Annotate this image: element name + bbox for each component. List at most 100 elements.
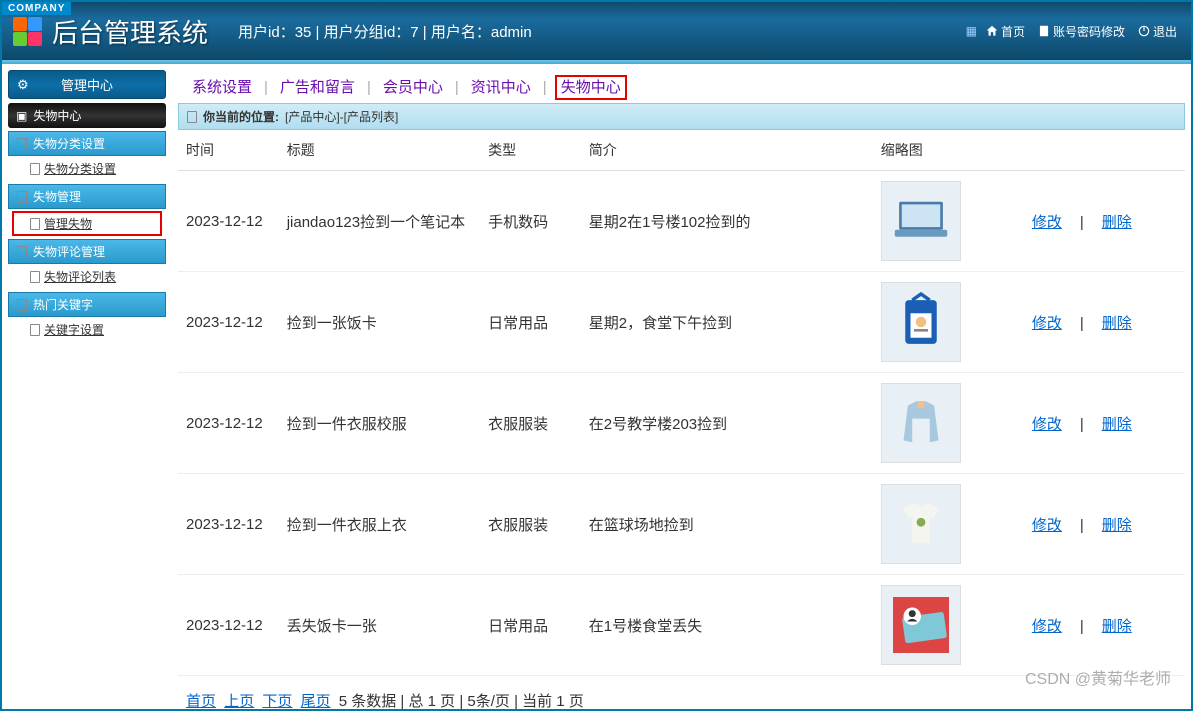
thumbnail-image <box>881 181 961 261</box>
cell-actions: 修改|删除 <box>1024 171 1185 272</box>
sidebar-item[interactable]: 管理失物 <box>12 211 162 236</box>
doc-icon <box>17 138 27 150</box>
cell-title: 捡到一件衣服上衣 <box>279 474 480 575</box>
system-title: 后台管理系统 <box>52 13 208 50</box>
top-nav: 系统设置|广告和留言|会员中心|资讯中心|失物中心 <box>178 70 1185 103</box>
cell-type: 日常用品 <box>480 575 581 676</box>
cell-actions: 修改|删除 <box>1024 272 1185 373</box>
delete-link[interactable]: 删除 <box>1102 517 1132 534</box>
cell-title: jiandao123捡到一个笔记本 <box>279 171 480 272</box>
doc-icon <box>17 191 27 203</box>
sidebar-item[interactable]: 失物分类设置 <box>8 156 166 181</box>
cell-summary: 在2号教学楼203捡到 <box>581 373 873 474</box>
doc-icon <box>30 271 40 283</box>
user-info: 用户id：35 | 用户分组id：7 | 用户名：admin <box>238 21 966 42</box>
doc-icon <box>17 299 27 311</box>
cell-thumb <box>873 171 1024 272</box>
edit-link[interactable]: 修改 <box>1032 618 1062 635</box>
cell-type: 衣服服装 <box>480 474 581 575</box>
topnav-item[interactable]: 广告和留言 <box>276 79 359 96</box>
col-title: 标题 <box>279 130 480 171</box>
sidebar-group-title[interactable]: 失物分类设置 <box>8 131 166 156</box>
company-tag: COMPANY <box>2 2 71 15</box>
cell-type: 衣服服装 <box>480 373 581 474</box>
col-summary: 简介 <box>581 130 873 171</box>
doc-icon <box>17 246 27 258</box>
logout-link[interactable]: 退出 <box>1133 21 1181 42</box>
pagination: 首页 上页 下页 尾页 5 条数据 | 总 1 页 | 5条/页 | 当前 1 … <box>178 676 1185 709</box>
cell-thumb <box>873 373 1024 474</box>
cell-title: 捡到一张饭卡 <box>279 272 480 373</box>
cell-summary: 星期2，食堂下午捡到 <box>581 272 873 373</box>
page-prev[interactable]: 上页 <box>224 693 254 709</box>
page-last[interactable]: 尾页 <box>301 693 331 709</box>
edit-link[interactable]: 修改 <box>1032 214 1062 231</box>
cell-summary: 在篮球场地捡到 <box>581 474 873 575</box>
sidebar-item[interactable]: 失物评论列表 <box>8 264 166 289</box>
header-bar: 后台管理系统 用户id：35 | 用户分组id：7 | 用户名：admin ▦ … <box>2 2 1191 62</box>
doc-icon <box>1037 24 1051 38</box>
table-row: 2023-12-12丢失饭卡一张日常用品在1号楼食堂丢失修改|删除 <box>178 575 1185 676</box>
cell-actions: 修改|删除 <box>1024 575 1185 676</box>
doc-icon <box>30 324 40 336</box>
thumbnail-image <box>881 484 961 564</box>
cell-title: 捡到一件衣服校服 <box>279 373 480 474</box>
cell-actions: 修改|删除 <box>1024 474 1185 575</box>
cell-time: 2023-12-12 <box>178 272 279 373</box>
cube-icon: ▣ <box>16 109 27 123</box>
table-row: 2023-12-12捡到一件衣服上衣衣服服装在篮球场地捡到 修改|删除 <box>178 474 1185 575</box>
sidebar-header: ⚙ 管理中心 <box>8 70 166 99</box>
table-row: 2023-12-12捡到一张饭卡日常用品星期2，食堂下午捡到 修改|删除 <box>178 272 1185 373</box>
delete-link[interactable]: 删除 <box>1102 315 1132 332</box>
page-next[interactable]: 下页 <box>262 693 292 709</box>
topnav-item[interactable]: 失物中心 <box>555 75 627 100</box>
gear-icon: ⚙ <box>17 77 29 93</box>
sidebar-item[interactable]: 关键字设置 <box>8 317 166 342</box>
col-time: 时间 <box>178 130 279 171</box>
cell-type: 日常用品 <box>480 272 581 373</box>
page-first[interactable]: 首页 <box>186 693 216 709</box>
sidebar-group-title[interactable]: 热门关键字 <box>8 292 166 317</box>
cell-thumb <box>873 474 1024 575</box>
delete-link[interactable]: 删除 <box>1102 214 1132 231</box>
table-row: 2023-12-12捡到一件衣服校服衣服服装在2号教学楼203捡到 修改|删除 <box>178 373 1185 474</box>
doc-icon <box>187 111 197 123</box>
thumbnail-image <box>881 383 961 463</box>
topnav-item[interactable]: 资讯中心 <box>467 79 535 96</box>
cell-thumb <box>873 272 1024 373</box>
power-icon <box>1137 24 1151 38</box>
cell-type: 手机数码 <box>480 171 581 272</box>
home-icon <box>985 24 999 38</box>
edit-link[interactable]: 修改 <box>1032 416 1062 433</box>
logo-icon <box>12 16 42 46</box>
cell-summary: 在1号楼食堂丢失 <box>581 575 873 676</box>
home-link[interactable]: 首页 <box>981 21 1029 42</box>
account-link[interactable]: 账号密码修改 <box>1033 21 1129 42</box>
col-thumb: 缩略图 <box>873 130 1024 171</box>
cell-time: 2023-12-12 <box>178 373 279 474</box>
content-area: 系统设置|广告和留言|会员中心|资讯中心|失物中心 你当前的位置: [产品中心]… <box>172 64 1191 709</box>
cell-title: 丢失饭卡一张 <box>279 575 480 676</box>
sidebar: ⚙ 管理中心 ▣ 失物中心 失物分类设置失物分类设置失物管理管理失物失物评论管理… <box>2 64 172 709</box>
thumbnail-image <box>881 585 961 665</box>
topnav-item[interactable]: 会员中心 <box>379 79 447 96</box>
sidebar-group-title[interactable]: 失物管理 <box>8 184 166 209</box>
page-info: 5 条数据 | 总 1 页 | 5条/页 | 当前 1 页 <box>339 693 584 709</box>
topnav-item[interactable]: 系统设置 <box>188 79 256 96</box>
cell-time: 2023-12-12 <box>178 171 279 272</box>
sidebar-sub[interactable]: ▣ 失物中心 <box>8 103 166 128</box>
sidebar-group-title[interactable]: 失物评论管理 <box>8 239 166 264</box>
data-table: 时间 标题 类型 简介 缩略图 2023-12-12jiandao123捡到一个… <box>178 130 1185 676</box>
delete-link[interactable]: 删除 <box>1102 416 1132 433</box>
cell-actions: 修改|删除 <box>1024 373 1185 474</box>
cell-time: 2023-12-12 <box>178 474 279 575</box>
col-type: 类型 <box>480 130 581 171</box>
doc-icon <box>30 163 40 175</box>
delete-link[interactable]: 删除 <box>1102 618 1132 635</box>
edit-link[interactable]: 修改 <box>1032 315 1062 332</box>
grid-icon[interactable]: ▦ <box>966 24 977 38</box>
edit-link[interactable]: 修改 <box>1032 517 1062 534</box>
table-row: 2023-12-12jiandao123捡到一个笔记本手机数码星期2在1号楼10… <box>178 171 1185 272</box>
doc-icon <box>30 218 40 230</box>
cell-thumb <box>873 575 1024 676</box>
